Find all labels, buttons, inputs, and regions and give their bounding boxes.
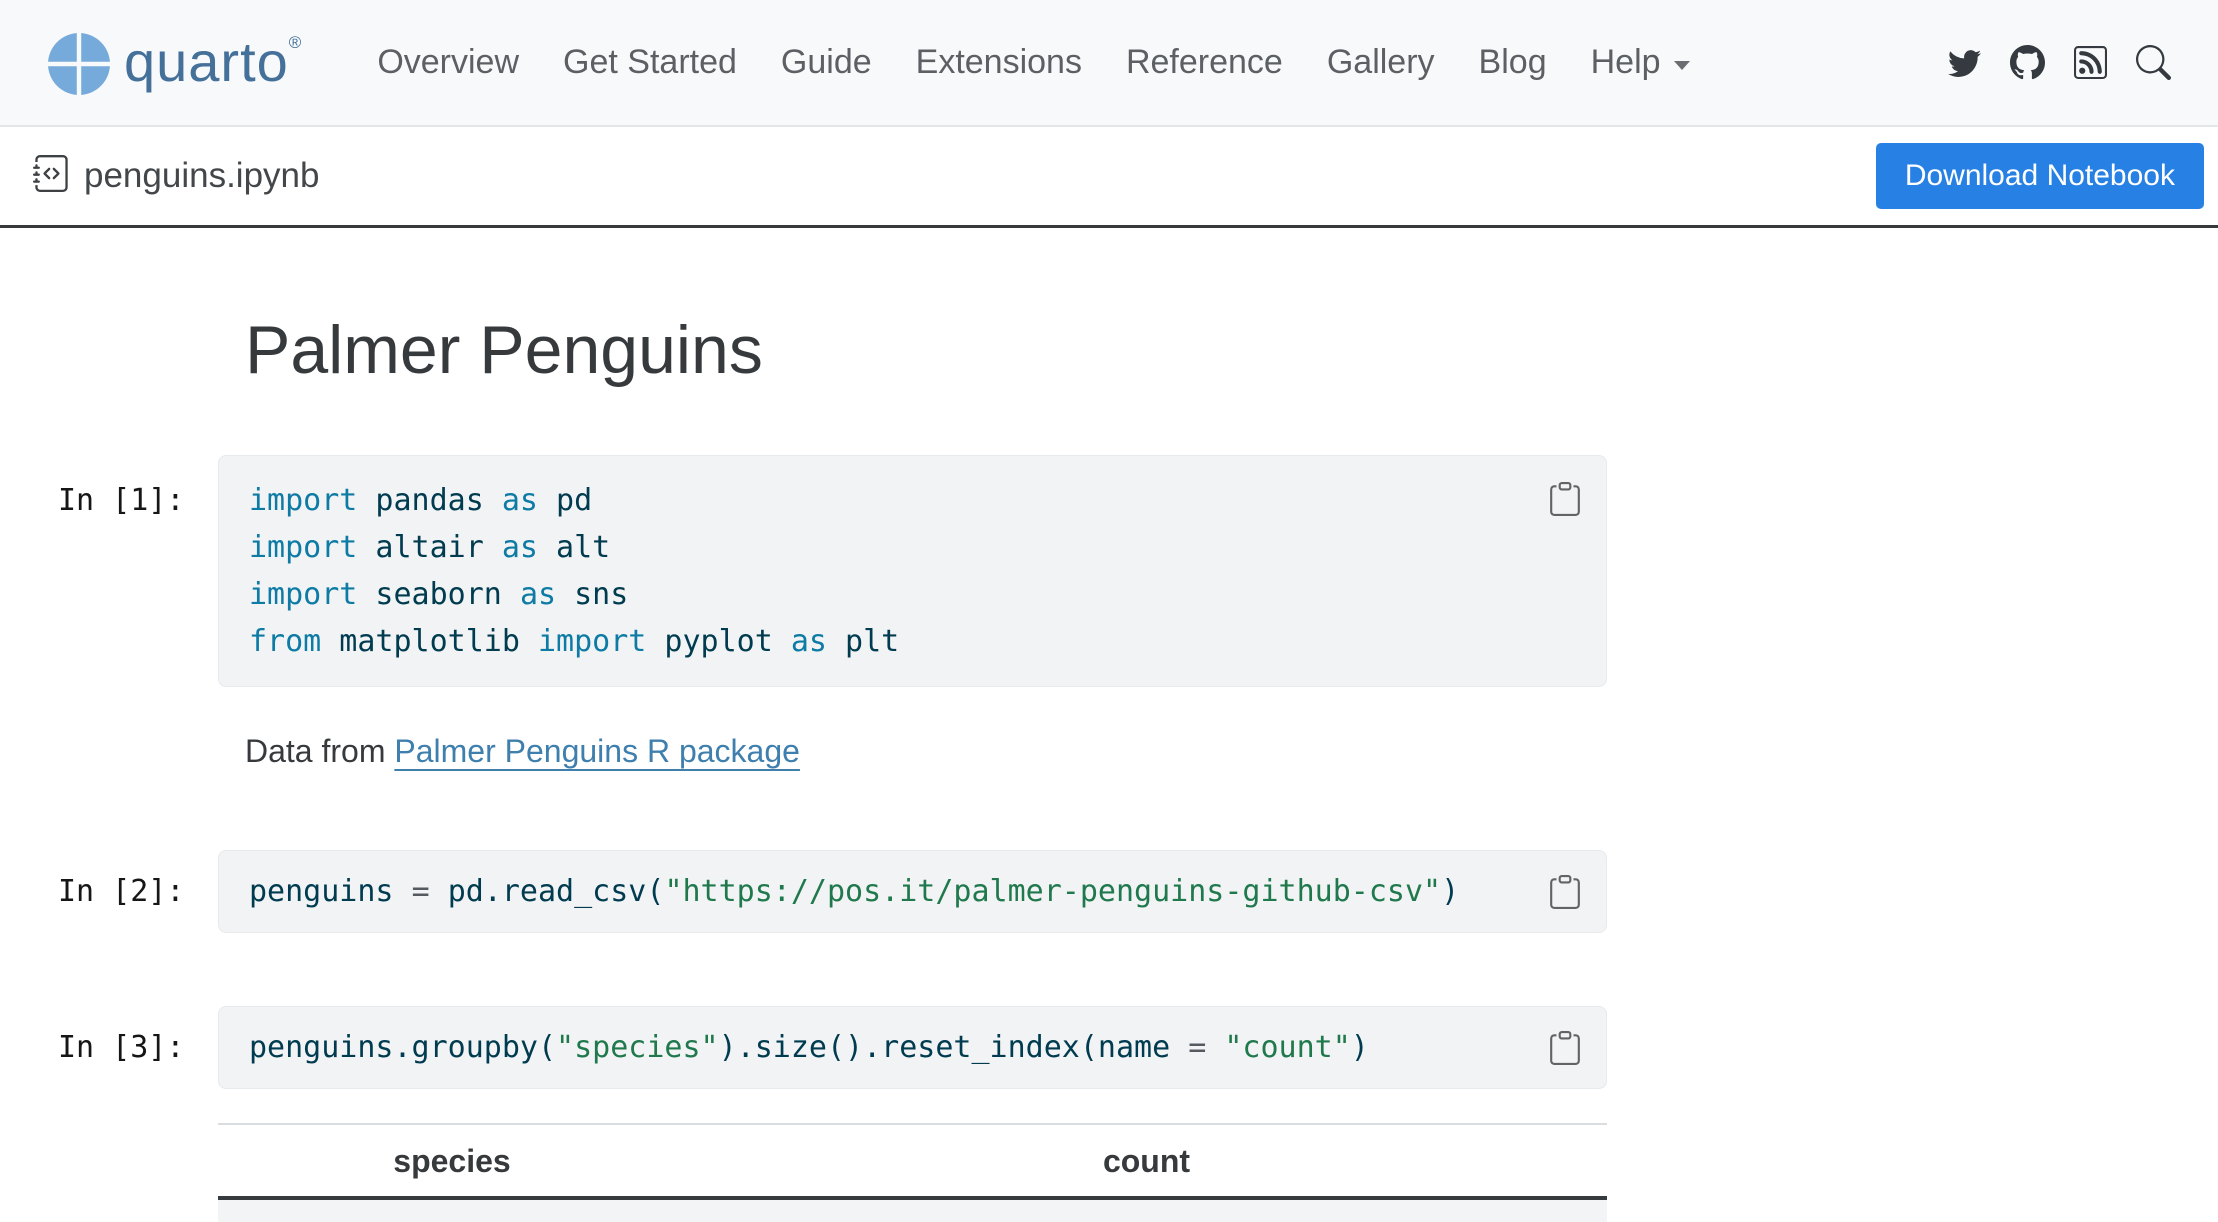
nav-social-icons <box>1919 45 2171 80</box>
table-header-row: species count <box>218 1124 1607 1198</box>
code-cell-3: In [3]: penguins.groupby("species").size… <box>0 1006 2218 1089</box>
code-cell-2: In [2]: penguins = pd.read_csv("https://… <box>0 850 2218 933</box>
code-line: import pandas as pd <box>249 477 1576 524</box>
nav-item-overview[interactable]: Overview <box>377 43 519 82</box>
nav-menu: Overview Get Started Guide Extensions Re… <box>377 43 1733 82</box>
data-source-note: Data from Palmer Penguins R package <box>245 729 2218 773</box>
nav-item-gallery[interactable]: Gallery <box>1327 43 1435 82</box>
nav-item-help[interactable]: Help <box>1591 43 1690 82</box>
cell-execution-label: In [2]: <box>0 850 218 915</box>
code-line: penguins = pd.read_csv("https://pos.it/p… <box>249 868 1576 915</box>
page-title: Palmer Penguins <box>245 313 2218 388</box>
cell-execution-label: In [1]: <box>0 455 218 524</box>
brand-wordmark: quarto <box>124 31 289 93</box>
caret-down-icon <box>1674 61 1690 70</box>
download-notebook-button[interactable]: Download Notebook <box>1876 143 2204 209</box>
registered-trademark: ® <box>289 33 302 53</box>
nav-item-get-started[interactable]: Get Started <box>563 43 737 82</box>
navbar: quarto ® Overview Get Started Guide Exte… <box>0 0 2218 127</box>
search-icon[interactable] <box>2136 45 2171 80</box>
nav-item-guide[interactable]: Guide <box>781 43 872 82</box>
column-header-species: species <box>218 1124 686 1198</box>
notebook-file-bar: penguins.ipynb Download Notebook <box>0 127 2218 228</box>
quarto-logo-icon <box>48 33 110 95</box>
nav-item-blog[interactable]: Blog <box>1479 43 1547 82</box>
column-header-count: count <box>686 1124 1607 1198</box>
dataframe-output-table: species count <box>218 1123 1607 1222</box>
journal-code-icon <box>33 155 70 197</box>
twitter-icon[interactable] <box>1948 46 1981 79</box>
notebook-filename: penguins.ipynb <box>84 156 319 196</box>
quarto-brand[interactable]: quarto ® <box>48 31 301 95</box>
code-line: penguins.groupby("species").size().reset… <box>249 1024 1576 1071</box>
cell-execution-label: In [3]: <box>0 1006 218 1071</box>
table-row <box>218 1198 1607 1222</box>
code-line: import seaborn as sns <box>249 571 1576 618</box>
github-icon[interactable] <box>2010 45 2045 80</box>
clipboard-copy-icon[interactable] <box>1548 1031 1582 1065</box>
rss-icon[interactable] <box>2074 46 2107 79</box>
code-block: import pandas as pdimport altair as alti… <box>218 455 1607 687</box>
code-line: from matplotlib import pyplot as plt <box>249 618 1576 665</box>
notebook-content: Palmer Penguins In [1]: import pandas as… <box>0 228 2218 1222</box>
code-block: penguins.groupby("species").size().reset… <box>218 1006 1607 1089</box>
code-block: penguins = pd.read_csv("https://pos.it/p… <box>218 850 1607 933</box>
clipboard-copy-icon[interactable] <box>1548 875 1582 909</box>
palmer-penguins-link[interactable]: Palmer Penguins R package <box>394 733 800 769</box>
nav-item-reference[interactable]: Reference <box>1126 43 1283 82</box>
code-line: import altair as alt <box>249 524 1576 571</box>
code-cell-1: In [1]: import pandas as pdimport altair… <box>0 455 2218 687</box>
clipboard-copy-icon[interactable] <box>1548 482 1582 516</box>
nav-item-extensions[interactable]: Extensions <box>916 43 1082 82</box>
